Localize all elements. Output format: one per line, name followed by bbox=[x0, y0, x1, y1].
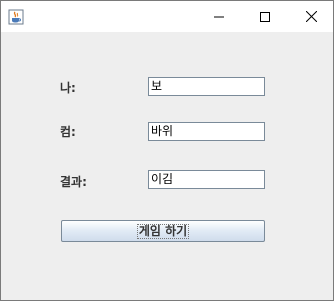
player-choice-field[interactable]: 보 bbox=[148, 77, 265, 96]
play-game-button-label: 게임 하기 bbox=[136, 223, 190, 239]
content-panel: 나: 보 컴: 바위 결과: 이김 게임 하기 bbox=[1, 32, 333, 300]
close-button[interactable] bbox=[288, 1, 334, 32]
title-bar[interactable] bbox=[1, 1, 333, 32]
result-label: 결과: bbox=[60, 175, 87, 189]
play-game-button[interactable]: 게임 하기 bbox=[61, 220, 265, 242]
result-field[interactable]: 이김 bbox=[148, 170, 265, 189]
player-label: 나: bbox=[60, 81, 76, 95]
computer-label: 컴: bbox=[60, 125, 76, 139]
app-window: 나: 보 컴: 바위 결과: 이김 게임 하기 bbox=[0, 0, 334, 301]
java-cup-icon[interactable] bbox=[8, 9, 24, 25]
close-icon bbox=[305, 7, 317, 26]
minimize-button[interactable] bbox=[196, 1, 242, 32]
maximize-button[interactable] bbox=[242, 1, 288, 32]
computer-choice-field[interactable]: 바위 bbox=[148, 122, 265, 141]
maximize-icon bbox=[260, 7, 270, 26]
minimize-icon bbox=[214, 7, 224, 26]
